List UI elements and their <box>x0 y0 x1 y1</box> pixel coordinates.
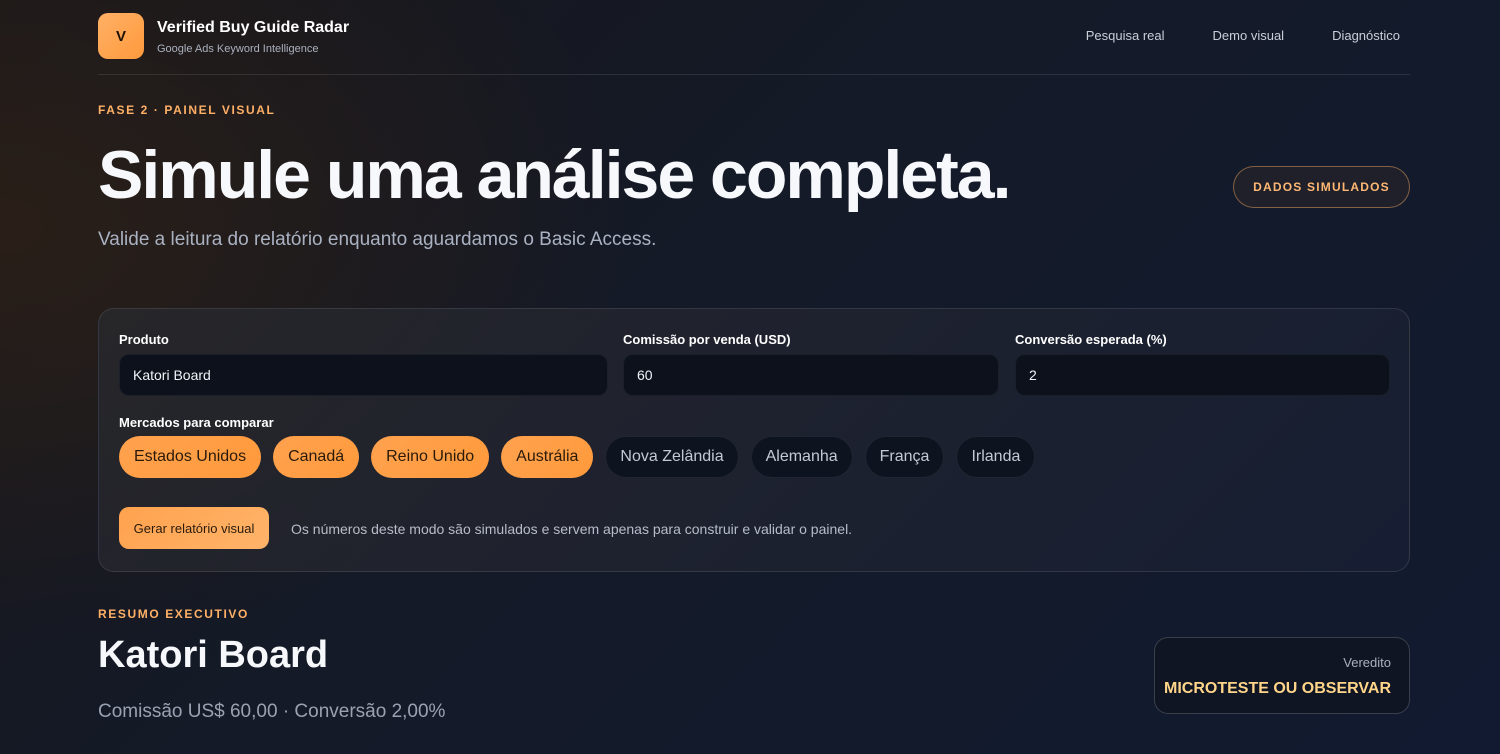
summary-eyebrow: RESUMO EXECUTIVO <box>98 607 249 621</box>
market-chip-estados-unidos[interactable]: Estados Unidos <box>119 436 262 478</box>
generate-report-button[interactable]: Gerar relatório visual <box>119 507 269 549</box>
hero-eyebrow: FASE 2 · PAINEL VISUAL <box>98 103 276 117</box>
product-label: Produto <box>119 332 169 347</box>
simulation-note: Os números deste modo são simulados e se… <box>291 521 853 537</box>
hero-subtitle: Valide a leitura do relatório enquanto a… <box>98 229 657 250</box>
market-chip-australia[interactable]: Austrália <box>501 436 594 478</box>
page-title: Simule uma análise completa. <box>98 137 1011 213</box>
product-input[interactable] <box>119 354 608 396</box>
market-chip-reino-unido[interactable]: Reino Unido <box>371 436 490 478</box>
verdict-label: Veredito <box>1343 655 1391 670</box>
conversion-label: Conversão esperada (%) <box>1015 332 1167 347</box>
brand-title: Verified Buy Guide Radar <box>157 19 350 36</box>
simulated-data-badge: DADOS SIMULADOS <box>1233 166 1410 208</box>
market-chip-canada[interactable]: Canadá <box>273 436 360 478</box>
nav-diagnostico[interactable]: Diagnóstico <box>1332 28 1400 43</box>
logo[interactable]: V <box>98 13 144 59</box>
brand-subtitle: Google Ads Keyword Intelligence <box>157 43 319 55</box>
verdict-card: Veredito MICROTESTE OU OBSERVAR <box>1154 637 1410 714</box>
commission-label: Comissão por venda (USD) <box>623 332 791 347</box>
summary-title: Katori Board <box>98 634 329 676</box>
markets-chip-group: Estados Unidos Canadá Reino Unido Austrá… <box>119 436 1036 478</box>
markets-label: Mercados para comparar <box>119 415 274 430</box>
main-nav: Pesquisa real Demo visual Diagnóstico <box>1086 28 1400 43</box>
top-bar: V Verified Buy Guide Radar Google Ads Ke… <box>98 13 1410 75</box>
market-chip-irlanda[interactable]: Irlanda <box>956 436 1036 478</box>
market-chip-franca[interactable]: França <box>864 436 945 478</box>
nav-demo-visual[interactable]: Demo visual <box>1213 28 1285 43</box>
summary-meta: Comissão US$ 60,00 · Conversão 2,00% <box>98 701 446 722</box>
market-chip-nova-zelandia[interactable]: Nova Zelândia <box>605 436 739 478</box>
nav-pesquisa-real[interactable]: Pesquisa real <box>1086 28 1165 43</box>
conversion-input[interactable] <box>1015 354 1390 396</box>
commission-input[interactable] <box>623 354 999 396</box>
verdict-value: MICROTESTE OU OBSERVAR <box>1164 680 1391 697</box>
report-form-card: Produto Comissão por venda (USD) Convers… <box>98 308 1410 572</box>
market-chip-alemanha[interactable]: Alemanha <box>750 436 853 478</box>
